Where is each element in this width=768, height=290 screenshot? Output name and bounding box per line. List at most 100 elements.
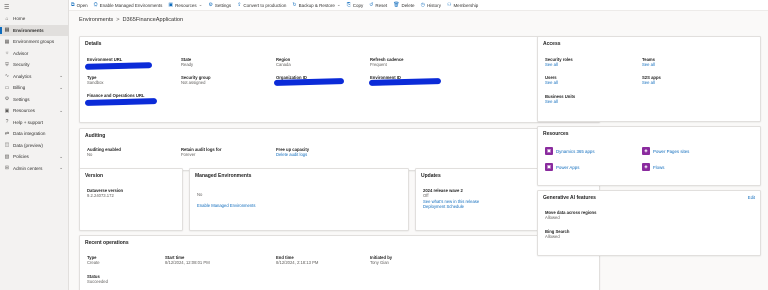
release-wave-field: 2024 release wave 2 Off See what's new i… — [423, 188, 480, 209]
sidebar-item-label: Resources — [13, 108, 35, 114]
home-icon: ⌂ — [5, 15, 9, 22]
open-icon: ⧉ — [71, 2, 75, 8]
chevron-down-icon: ⌄ — [59, 153, 63, 159]
reset-button[interactable]: ↺ Reset — [369, 2, 387, 8]
left-nav: ☰ ⌂ Home ▤ Environments ▦ Environment groups ☼… — [0, 0, 69, 290]
chevron-down-icon: ⌄ — [336, 2, 341, 7]
free-up-capacity-field: Free up capacity Delete audit logs — [276, 147, 310, 158]
history-icon: ◷ — [420, 2, 425, 8]
sidebar-item-billing[interactable]: ▭ Billing ⌄ — [0, 82, 68, 94]
redacted-fo-url — [84, 98, 158, 106]
redacted-organization-id — [273, 78, 345, 86]
sidebar-item-help-support[interactable]: ? Help + support — [0, 117, 68, 129]
policies-icon: ▧ — [4, 153, 10, 160]
enable-managed-button[interactable]: ⛭ Enable Managed Environments — [94, 2, 163, 8]
sidebar-item-data-preview[interactable]: ◫ Data (preview) — [0, 140, 68, 152]
move-data-field: Move data across regions Allowed — [545, 210, 597, 221]
sidebar-item-data-integration[interactable]: ⇄ Data integration — [0, 128, 68, 140]
redacted-environment-url — [84, 62, 153, 70]
genai-edit-link[interactable]: Edit — [748, 195, 755, 200]
bing-search-field: Bing Search Allowed — [545, 229, 570, 240]
command-bar: ⧉ Open ⛭ Enable Managed Environments ▣ Reso… — [69, 0, 768, 11]
sidebar-item-settings[interactable]: ⚙ Settings — [0, 94, 68, 106]
sidebar-item-security[interactable]: ⛨ Security — [0, 59, 68, 71]
nav-list: ⌂ Home ▤ Environments ▦ Environment groups ☼ Ad… — [0, 13, 68, 174]
power-apps-icon: ▣ — [545, 163, 553, 171]
hamburger-icon[interactable]: ☰ — [0, 3, 68, 13]
sidebar-item-label: Advisor — [13, 50, 29, 56]
sidebar-item-policies[interactable]: ▧ Policies ⌄ — [0, 151, 68, 163]
recent-operations-title: Recent operations — [85, 240, 129, 246]
users-see-all[interactable]: See all — [545, 80, 558, 85]
convert-button[interactable]: ⇪ Convert to production — [237, 2, 286, 8]
gear-icon: ⚙ — [208, 2, 213, 8]
help-icon: ? — [5, 119, 9, 126]
settings-button[interactable]: ⚙ Settings — [208, 2, 231, 8]
copy-button[interactable]: ⎘ Copy — [347, 2, 364, 8]
access-card: Access Security roles See all Teams See al… — [537, 36, 761, 122]
sidebar-item-advisor[interactable]: ☼ Advisor — [0, 48, 68, 60]
resource-tile-power-pages[interactable]: ◈ Power Pages sites — [642, 147, 689, 155]
advisor-icon: ☼ — [4, 50, 10, 57]
delete-audit-logs-link[interactable]: Delete audit logs — [276, 152, 309, 157]
chevron-down-icon: ⌄ — [59, 165, 63, 171]
teams-see-all[interactable]: See all — [642, 62, 655, 67]
enable-managed-link[interactable]: Enable Managed Environments — [197, 203, 255, 208]
sidebar-item-analytics[interactable]: ∿ Analytics ⌄ — [0, 71, 68, 83]
security-group-field: Security group Not assigned — [181, 75, 211, 86]
status-field: Status Succeeded — [87, 274, 108, 285]
dataverse-version-field: Dataverse version 9.2.24073.172 — [87, 188, 124, 199]
data-preview-icon: ◫ — [4, 142, 10, 149]
auditing-enabled-field: Auditing enabled No — [87, 147, 121, 158]
generative-ai-card: Generative AI features Edit Move data ac… — [537, 190, 761, 256]
copy-icon: ⎘ — [346, 2, 351, 8]
redacted-environment-id — [368, 78, 442, 86]
delete-button[interactable]: 🗑 Delete — [393, 2, 414, 8]
sidebar-item-environments[interactable]: ▤ Environments — [0, 24, 68, 36]
resource-tile-dynamics-apps[interactable]: ▣ Dynamics 365 apps — [545, 147, 595, 155]
details-card: Details See allEdit Environment URL Stat… — [79, 36, 600, 123]
dynamics-apps-icon: ▣ — [545, 147, 553, 155]
security-roles-see-all[interactable]: See all — [545, 62, 573, 67]
sidebar-item-resources[interactable]: ▣ Resources ⌄ — [0, 105, 68, 117]
security-icon: ⛨ — [5, 61, 9, 68]
billing-icon: ▭ — [4, 84, 10, 91]
enable-managed-link-field: Enable Managed Environments — [197, 203, 255, 208]
operation-type-field: Type Create — [87, 255, 100, 266]
version-card: Version Dataverse version 9.2.24073.172 — [79, 168, 183, 231]
open-button[interactable]: ⧉ Open — [71, 2, 88, 8]
environment-url-field: Environment URL — [87, 57, 123, 62]
breadcrumb-environments[interactable]: Environments — [79, 17, 113, 23]
deployment-schedule-link[interactable]: Deployment Schedule — [423, 204, 479, 209]
history-button[interactable]: ◷ History — [421, 2, 441, 8]
backup-restore-button[interactable]: ↻ Backup & Restore ⌄ — [292, 2, 340, 8]
initiated-by-field: Initiated by Tony Gian — [370, 255, 393, 266]
sidebar-item-label: Security — [13, 62, 30, 68]
retain-logs-field: Retain audit logs for Forever — [181, 147, 222, 158]
sidebar-item-environment-groups[interactable]: ▦ Environment groups — [0, 36, 68, 48]
business-units-see-all[interactable]: See all — [545, 99, 575, 104]
region-field: Region Canada — [276, 57, 291, 68]
resource-tile-flows[interactable]: ◈ Flows — [642, 163, 664, 171]
chevron-down-icon: ⌄ — [198, 2, 203, 7]
data-integration-icon: ⇄ — [4, 130, 10, 137]
sidebar-item-label: Environments — [13, 27, 44, 33]
sidebar-item-label: Environment groups — [13, 39, 55, 45]
refresh-cadence-field: Refresh cadence Frequent — [370, 57, 404, 68]
environment-groups-icon: ▦ — [4, 38, 10, 45]
sidebar-item-home[interactable]: ⌂ Home — [0, 13, 68, 25]
breadcrumb-current: D365FinanceApplication — [122, 17, 184, 23]
s2s-see-all[interactable]: See all — [642, 80, 661, 85]
managed-environments-card: Managed Environments No Enable Managed E… — [189, 168, 409, 231]
genai-title: Generative AI features — [543, 195, 596, 201]
sidebar-item-label: Analytics — [13, 73, 32, 79]
resources-title: Resources — [543, 131, 569, 137]
membership-button[interactable]: ⚇ Membership — [447, 2, 478, 8]
sidebar-item-label: Home — [13, 16, 26, 22]
resource-tile-power-apps[interactable]: ▣ Power Apps — [545, 163, 579, 171]
sidebar-item-admin-centers[interactable]: ⊞ Admin centers ⌄ — [0, 163, 68, 175]
resources-menu-button[interactable]: ▣ Resources ⌄ — [168, 2, 202, 8]
breadcrumb-separator: > — [116, 17, 120, 23]
fo-url-field: Finance and Operations URL — [87, 93, 145, 98]
start-time-field: Start time 8/12/2024, 12:08:01 PM — [165, 255, 210, 266]
